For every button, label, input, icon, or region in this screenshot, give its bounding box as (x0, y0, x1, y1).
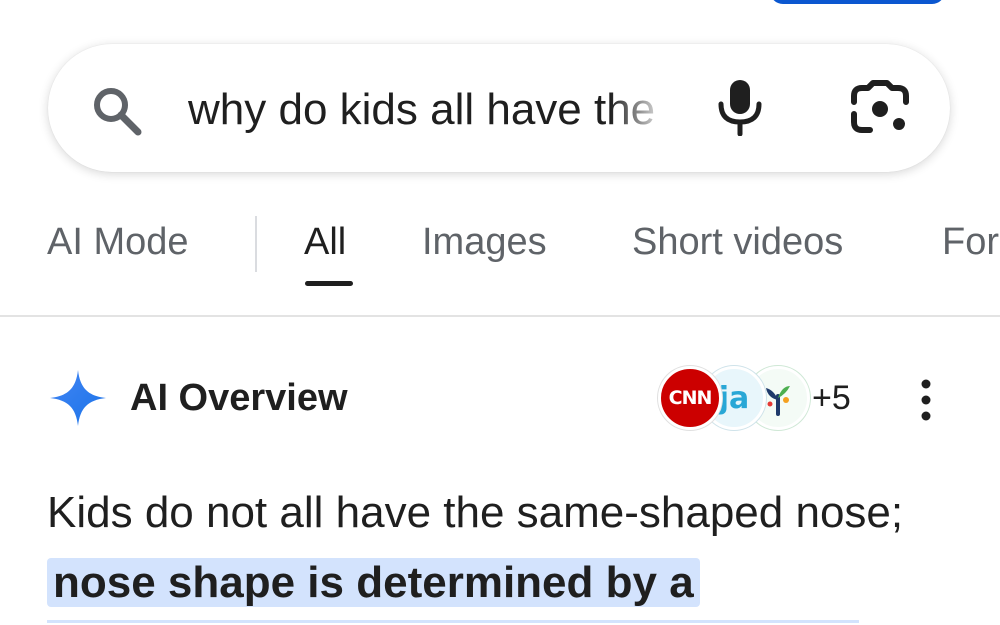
tab-short-videos[interactable]: Short videos (632, 220, 843, 264)
answer-highlight[interactable]: nose shape is determined by a (47, 558, 700, 607)
highlight-continuation (47, 620, 859, 623)
tab-ai-mode[interactable]: AI Mode (47, 220, 189, 264)
google-lens-icon[interactable] (850, 80, 910, 136)
answer-text: Kids do not all have the same-shaped nos… (47, 488, 904, 537)
tab-all[interactable]: All (304, 220, 346, 264)
active-tab-indicator (305, 281, 353, 286)
microphone-icon[interactable] (715, 78, 765, 136)
more-sources-count[interactable]: +5 (812, 378, 851, 418)
top-action-button[interactable] (770, 0, 945, 4)
search-results-page: why do kids all have the same shaped nos… (0, 0, 1000, 625)
more-vert-icon[interactable] (915, 378, 937, 422)
tabs-divider (0, 315, 1000, 317)
ai-overview-answer: Kids do not all have the same-shaped nos… (47, 478, 927, 618)
ai-sparkle-icon (50, 370, 106, 426)
tab-images[interactable]: Images (422, 220, 547, 264)
tab-forums[interactable]: Forums (942, 220, 1000, 264)
cnn-logo: CNN (668, 387, 713, 409)
search-icon[interactable] (90, 84, 144, 138)
tab-divider (255, 216, 257, 272)
ai-overview-title: AI Overview (130, 377, 348, 419)
search-tabs: AI Mode All Images Short videos Forums (0, 208, 1000, 288)
source-avatar-cnn[interactable]: CNN (658, 366, 722, 430)
ja-logo: ja (718, 380, 750, 416)
search-input[interactable]: why do kids all have the same shaped nos… (188, 80, 668, 140)
